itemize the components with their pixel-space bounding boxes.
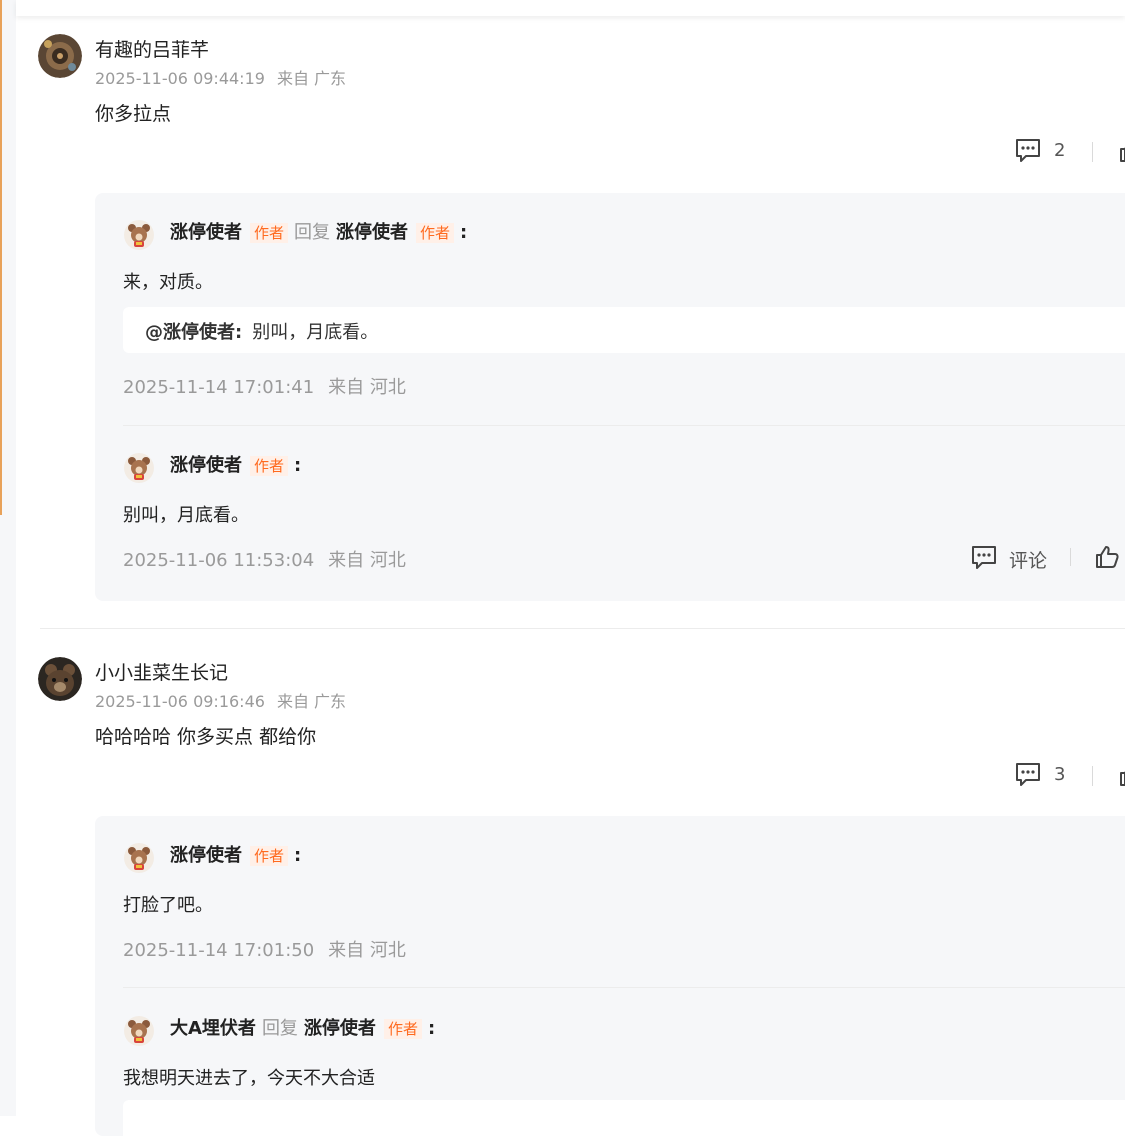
reply-comment-label[interactable]: 评论 [1009, 546, 1047, 573]
left-gutter [0, 0, 16, 1116]
bear-avatar-icon [124, 453, 154, 483]
reply-text: 来，对质。 [123, 272, 213, 293]
reply-location: 来自 河北 [328, 377, 406, 398]
reply-avatar[interactable] [124, 220, 154, 250]
thumbs-up-icon [1120, 147, 1125, 162]
author-tag: 作者 [250, 223, 289, 243]
comment-bubble-icon [1016, 763, 1040, 786]
comment-button[interactable] [1014, 137, 1042, 167]
avatar[interactable] [38, 34, 82, 78]
action-divider [1092, 142, 1093, 162]
quoted-reply: @涨停使者: 别叫，月底看。 [123, 307, 1125, 353]
comment-bubble-icon [1016, 139, 1040, 162]
reply-author-name[interactable]: 涨停使者 [170, 455, 242, 476]
reply-text: 打脸了吧。 [123, 895, 213, 916]
comment-time: 2025-11-06 09:16:46 [95, 692, 265, 711]
quote-author[interactable]: @涨停使者: [145, 322, 242, 343]
reply-header: 涨停使者 作者: [170, 454, 301, 478]
reply-author-name[interactable]: 涨停使者 [170, 845, 242, 866]
reply-meta: 2025-11-14 17:01:41 来自 河北 [123, 373, 406, 399]
reply-meta: 2025-11-14 17:01:50 来自 河北 [123, 936, 406, 962]
comment-username[interactable]: 有趣的吕菲芊 [95, 35, 209, 62]
reply-count: 2 [1054, 140, 1066, 161]
action-divider [1092, 766, 1093, 786]
reply-text: 别叫，月底看。 [123, 505, 249, 526]
comment-meta: 2025-11-06 09:44:19 来自 广东 [95, 65, 346, 89]
reply-word: 回复 [294, 222, 331, 243]
reply-comment-button[interactable] [970, 544, 998, 574]
comment-bubble-icon [972, 546, 996, 569]
like-button[interactable] [1118, 762, 1125, 792]
author-tag: 作者 [250, 456, 289, 476]
reply-avatar[interactable] [124, 453, 154, 483]
reply-count: 3 [1054, 764, 1066, 785]
reply-author-name[interactable]: 大A埋伏者 [170, 1018, 256, 1039]
reply-time: 2025-11-06 11:53:04 [123, 550, 315, 571]
reply-header: 涨停使者 作者: [170, 844, 301, 868]
left-accent-bar [0, 0, 2, 515]
avatar[interactable] [38, 657, 82, 701]
comment-divider [40, 628, 1125, 629]
quoted-reply [123, 1100, 1125, 1146]
reply-time: 2025-11-14 17:01:41 [123, 377, 315, 398]
action-divider [1070, 548, 1071, 566]
author-tag: 作者 [383, 1019, 422, 1039]
comment-time: 2025-11-06 09:44:19 [95, 69, 265, 88]
reply-colon: : [294, 845, 302, 866]
comment-text: 哈哈哈哈 你多买点 都给你 [95, 726, 317, 748]
author-tag: 作者 [250, 846, 289, 866]
bear-avatar-icon [124, 1016, 154, 1046]
reply-header: 大A埋伏者 回复 涨停使者 作者: [170, 1017, 435, 1041]
bear-avatar-icon [124, 843, 154, 873]
reply-text: 我想明天进去了，今天不大合适 [123, 1068, 375, 1089]
comment-location: 来自 广东 [276, 692, 347, 711]
reply-colon: : [427, 1018, 436, 1039]
reply-divider [123, 425, 1125, 426]
reply-avatar[interactable] [124, 1016, 154, 1046]
like-button[interactable] [1118, 138, 1125, 168]
reply-colon: : [460, 222, 468, 243]
comment-meta: 2025-11-06 09:16:46 来自 广东 [95, 688, 346, 712]
reply-location: 来自 河北 [328, 940, 406, 961]
comment-username[interactable]: 小小韭菜生长记 [95, 658, 228, 685]
reply-like-button[interactable] [1094, 544, 1120, 574]
quote-text: 别叫，月底看。 [252, 322, 379, 343]
reply-meta: 2025-11-06 11:53:04 来自 河北 [123, 546, 406, 572]
comment-button[interactable] [1014, 761, 1042, 791]
comment-location: 来自 广东 [276, 69, 347, 88]
author-tag: 作者 [416, 223, 455, 243]
reply-avatar[interactable] [124, 843, 154, 873]
thumbs-up-icon [1120, 771, 1125, 786]
comment-text: 你多拉点 [95, 103, 172, 125]
reply-author-name[interactable]: 涨停使者 [170, 222, 242, 243]
reply-divider [123, 987, 1125, 988]
top-header-edge [16, 0, 1125, 16]
thumbs-up-icon [1096, 546, 1119, 568]
reply-target-name[interactable]: 涨停使者 [304, 1018, 376, 1039]
reply-word: 回复 [261, 1018, 298, 1039]
reply-location: 来自 河北 [328, 550, 406, 571]
reply-target-name[interactable]: 涨停使者 [336, 222, 408, 243]
bear-avatar-icon [124, 220, 154, 250]
reply-colon: : [294, 455, 302, 476]
quote-content: @涨停使者: 别叫，月底看。 [145, 318, 378, 344]
reply-header: 涨停使者 作者 回复 涨停使者 作者: [170, 221, 467, 245]
reply-time: 2025-11-14 17:01:50 [123, 940, 315, 961]
